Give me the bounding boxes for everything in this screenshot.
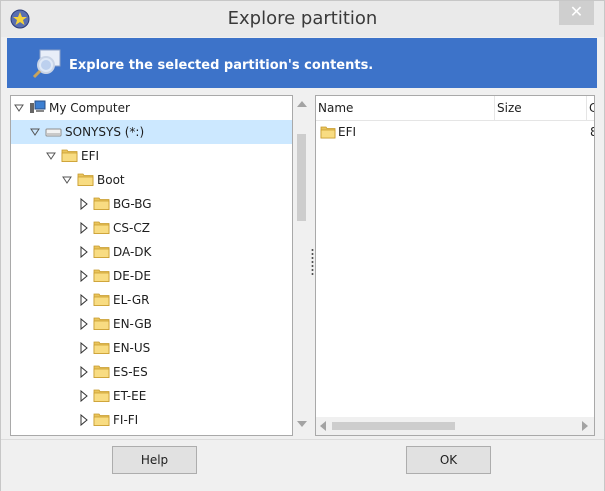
expanded-arrow-icon[interactable]	[62, 168, 74, 192]
tree-item-label: Boot	[97, 173, 125, 187]
tree-item[interactable]: ET-EE	[11, 384, 292, 408]
close-icon: ✕	[569, 2, 584, 21]
tree-item-label: CS-CZ	[113, 221, 150, 235]
list-horizontal-scrollbar[interactable]	[316, 417, 594, 435]
collapsed-arrow-icon[interactable]	[78, 216, 90, 240]
column-header-name[interactable]: Name	[316, 96, 495, 120]
folder-icon	[93, 197, 110, 210]
expanded-arrow-icon[interactable]	[30, 120, 42, 144]
file-list[interactable]: Name Size C EFI 8	[315, 95, 595, 436]
folder-icon	[320, 126, 336, 139]
help-button[interactable]: Help	[112, 446, 197, 474]
title-bar: Explore partition ✕	[1, 1, 604, 37]
folder-icon	[93, 389, 110, 402]
tree-item[interactable]: My Computer	[11, 96, 292, 120]
close-button[interactable]: ✕	[559, 1, 594, 25]
ok-button-label: OK	[439, 453, 458, 467]
tree-item[interactable]: EN-GB	[11, 312, 292, 336]
button-bar: Help OK	[1, 439, 604, 491]
folder-tree[interactable]: My Computer SONYSYS (*:) EFI Boot BG-BG CS-CZ…	[10, 95, 293, 436]
column-header-extra[interactable]: C	[587, 96, 594, 120]
banner-text: Explore the selected partition's content…	[69, 58, 374, 73]
tree-item[interactable]: Boot	[11, 168, 292, 192]
banner: Explore the selected partition's content…	[7, 38, 597, 88]
tree-item-label: SONYSYS (*:)	[65, 125, 145, 139]
tree-item-label: EN-US	[113, 341, 151, 355]
list-item-name: EFI	[338, 125, 357, 139]
magnifier-icon	[32, 49, 61, 79]
column-header-size[interactable]: Size	[495, 96, 587, 120]
folder-icon	[77, 173, 94, 186]
tree-item-label: EFI	[81, 149, 100, 163]
tree-item[interactable]: EL-GR	[11, 288, 292, 312]
collapsed-arrow-icon[interactable]	[78, 264, 90, 288]
tree-scroll-thumb[interactable]	[297, 134, 306, 221]
folder-icon	[93, 413, 110, 426]
collapsed-arrow-icon[interactable]	[78, 240, 90, 264]
collapsed-arrow-icon[interactable]	[78, 408, 90, 432]
help-button-label: Help	[140, 453, 169, 467]
folder-icon	[93, 365, 110, 378]
tree-item[interactable]: ES-ES	[11, 360, 292, 384]
tree-item-label: ET-EE	[113, 389, 147, 403]
ok-button[interactable]: OK	[406, 446, 491, 474]
tree-item-label: BG-BG	[113, 197, 152, 211]
tree-item[interactable]: SONYSYS (*:)	[11, 120, 292, 144]
tree-item[interactable]: EFI	[11, 144, 292, 168]
tree-item-label: DE-DE	[113, 269, 151, 283]
scroll-right-arrow-icon[interactable]	[582, 421, 588, 431]
scroll-down-arrow-icon[interactable]	[297, 421, 307, 427]
tree-item[interactable]: CS-CZ	[11, 216, 292, 240]
expanded-arrow-icon[interactable]	[14, 96, 26, 120]
tree-item[interactable]: EN-US	[11, 336, 292, 360]
tree-item-label: FI-FI	[113, 413, 139, 427]
window-title: Explore partition	[227, 8, 378, 29]
tree-item-label: ES-ES	[113, 365, 148, 379]
tree-item[interactable]: BG-BG	[11, 192, 292, 216]
scroll-up-arrow-icon[interactable]	[297, 101, 307, 107]
tree-item-label: My Computer	[49, 101, 130, 115]
collapsed-arrow-icon[interactable]	[78, 384, 90, 408]
list-item-extra: 8	[590, 120, 594, 144]
tree-item-label: EN-GB	[113, 317, 152, 331]
tree-item-label: DA-DK	[113, 245, 152, 259]
drive-icon	[45, 128, 62, 137]
pane-splitter-grip[interactable]	[311, 248, 314, 278]
tree-item[interactable]: DE-DE	[11, 264, 292, 288]
collapsed-arrow-icon[interactable]	[78, 360, 90, 384]
tree-vertical-scrollbar[interactable]	[294, 95, 309, 434]
tree-item[interactable]: DA-DK	[11, 240, 292, 264]
folder-icon	[61, 149, 78, 162]
list-item[interactable]: EFI 8	[316, 120, 594, 144]
explore-partition-window: Explore partition ✕ Explore the selected…	[0, 0, 605, 491]
folder-icon	[93, 221, 110, 234]
tree-item[interactable]: FI-FI	[11, 408, 292, 432]
tree-item-label: EL-GR	[113, 293, 150, 307]
list-scroll-thumb[interactable]	[332, 422, 455, 430]
collapsed-arrow-icon[interactable]	[78, 312, 90, 336]
list-header: Name Size C	[316, 96, 594, 121]
folder-icon	[93, 317, 110, 330]
folder-icon	[93, 341, 110, 354]
computer-icon	[30, 100, 46, 113]
folder-icon	[93, 245, 110, 258]
expanded-arrow-icon[interactable]	[46, 144, 58, 168]
collapsed-arrow-icon[interactable]	[78, 192, 90, 216]
collapsed-arrow-icon[interactable]	[78, 288, 90, 312]
folder-icon	[93, 293, 110, 306]
scroll-left-arrow-icon[interactable]	[320, 421, 326, 431]
folder-icon	[93, 269, 110, 282]
collapsed-arrow-icon[interactable]	[78, 336, 90, 360]
